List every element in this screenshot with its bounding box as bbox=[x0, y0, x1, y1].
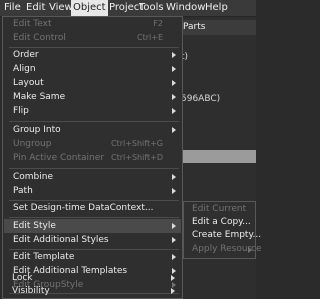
menu-item-label: Make Same bbox=[13, 92, 66, 102]
menu-edit[interactable]: Edit bbox=[24, 0, 47, 16]
menu-item-label: Ungroup bbox=[13, 139, 52, 149]
menu-item-shortcut: F2 bbox=[153, 19, 163, 28]
submenu-item-label: Create Empty... bbox=[192, 230, 262, 240]
menu-item-visibility[interactable]: Visibility bbox=[3, 284, 180, 298]
menu-window[interactable]: Window bbox=[164, 0, 207, 16]
menu-item-path[interactable]: Path bbox=[4, 184, 181, 198]
edit-style-submenu: Edit Current Edit a Copy... Create Empty… bbox=[183, 201, 262, 259]
menu-item-combine[interactable]: Combine bbox=[4, 170, 181, 184]
chevron-right-icon bbox=[172, 66, 176, 72]
menu-item-label: Visibility bbox=[12, 286, 50, 296]
menu-item-label: Combine bbox=[13, 172, 54, 182]
chevron-right-icon bbox=[171, 275, 175, 281]
menu-item-shortcut: Ctrl+E bbox=[137, 33, 163, 42]
menu-item-edit-style[interactable]: Edit Style bbox=[4, 219, 181, 233]
menu-item-label: Pin Active Container bbox=[13, 153, 104, 163]
menu-file[interactable]: File bbox=[2, 0, 23, 16]
menu-item-flip[interactable]: Flip bbox=[4, 104, 181, 118]
background-text-fragment: 596ABC) bbox=[181, 94, 221, 104]
submenu-item-label: Edit Current bbox=[192, 204, 247, 214]
menu-item-order[interactable]: Order bbox=[4, 48, 181, 62]
chevron-right-icon bbox=[172, 80, 176, 86]
menu-item-ungroup[interactable]: Ungroup Ctrl+Shift+G bbox=[4, 137, 181, 151]
menu-separator bbox=[9, 168, 179, 169]
menu-item-label: Edit Style bbox=[13, 221, 56, 231]
menu-item-shortcut: Ctrl+Shift+G bbox=[110, 139, 163, 148]
menu-item-edit-template[interactable]: Edit Template bbox=[4, 250, 181, 264]
menu-item-label: Edit Text bbox=[13, 19, 52, 29]
chevron-right-icon bbox=[172, 254, 176, 260]
chevron-right-icon bbox=[172, 174, 176, 180]
menu-item-label: Edit Additional Styles bbox=[13, 235, 109, 245]
menu-bar: File Edit View Object Project Tools Wind… bbox=[0, 0, 256, 17]
menu-object[interactable]: Object bbox=[71, 0, 108, 16]
chevron-right-icon bbox=[172, 52, 176, 58]
menu-tools[interactable]: Tools bbox=[137, 0, 166, 16]
menu-item-label: Path bbox=[13, 186, 33, 196]
menu-item-layout[interactable]: Layout bbox=[4, 76, 181, 90]
menu-item-label: Layout bbox=[13, 78, 44, 88]
menu-separator bbox=[9, 121, 179, 122]
menu-separator bbox=[9, 217, 179, 218]
menu-item-label: Set Design-time DataContext... bbox=[13, 203, 154, 213]
menu-item-set-design-time-datacontext[interactable]: Set Design-time DataContext... bbox=[4, 201, 181, 215]
menu-item-lock[interactable]: Lock bbox=[3, 271, 180, 285]
menu-item-label: Flip bbox=[13, 106, 29, 116]
chevron-right-icon bbox=[172, 237, 176, 243]
menu-item-label: Group Into bbox=[13, 125, 61, 135]
submenu-item-create-empty[interactable]: Create Empty... bbox=[185, 229, 261, 242]
menu-item-edit-control[interactable]: Edit Control Ctrl+E bbox=[4, 31, 181, 45]
menu-item-label: Edit Template bbox=[13, 252, 75, 262]
menu-help[interactable]: Help bbox=[203, 0, 230, 16]
menu-item-make-same[interactable]: Make Same bbox=[4, 90, 181, 104]
background-selected-row bbox=[176, 150, 256, 163]
menu-item-label: Edit Control bbox=[13, 33, 66, 43]
menu-item-label: Align bbox=[13, 64, 36, 74]
object-menu-dropdown: Edit Text F2 Edit Control Ctrl+E Order A… bbox=[2, 16, 183, 299]
menu-item-label: Lock bbox=[12, 273, 33, 283]
chevron-right-icon bbox=[172, 188, 176, 194]
menu-item-align[interactable]: Align bbox=[4, 62, 181, 76]
submenu-item-edit-current[interactable]: Edit Current bbox=[185, 203, 255, 216]
submenu-item-apply-resource[interactable]: Apply Resource bbox=[185, 243, 262, 256]
chevron-right-icon bbox=[171, 288, 175, 294]
menu-item-shortcut: Ctrl+Shift+D bbox=[111, 153, 163, 162]
chevron-right-icon bbox=[172, 223, 176, 229]
chevron-right-icon bbox=[172, 94, 176, 100]
menu-item-pin-active-container[interactable]: Pin Active Container Ctrl+Shift+D bbox=[4, 151, 181, 165]
submenu-item-label: Edit a Copy... bbox=[192, 217, 251, 227]
menu-item-label: Order bbox=[13, 50, 39, 60]
chevron-right-icon bbox=[172, 127, 176, 133]
menu-item-edit-text[interactable]: Edit Text F2 bbox=[4, 17, 181, 31]
menu-item-group-into[interactable]: Group Into bbox=[4, 123, 181, 137]
submenu-item-edit-a-copy[interactable]: Edit a Copy... bbox=[185, 216, 255, 229]
chevron-right-icon bbox=[248, 247, 252, 253]
menu-item-edit-additional-styles[interactable]: Edit Additional Styles bbox=[4, 233, 181, 247]
chevron-right-icon bbox=[172, 108, 176, 114]
tab-parts[interactable]: Parts bbox=[176, 20, 256, 35]
